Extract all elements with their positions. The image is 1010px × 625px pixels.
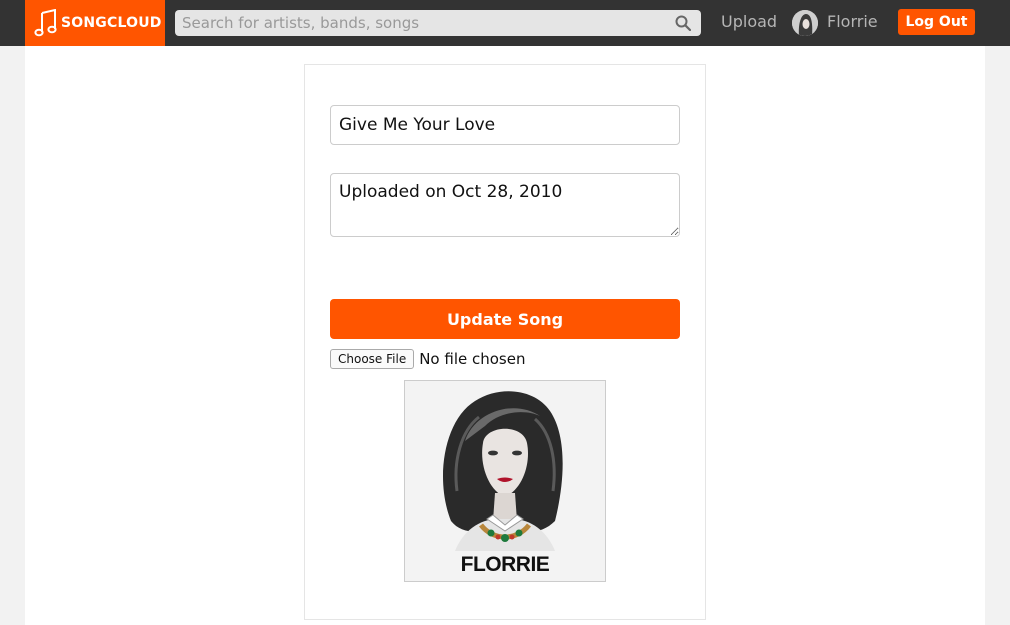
user-avatar-image — [792, 10, 818, 36]
logout-button[interactable]: Log Out — [898, 9, 975, 35]
edit-song-form: Uploaded on Oct 28, 2010 Update Song Cho… — [304, 64, 706, 620]
brand-name: SONGCLOUD — [61, 15, 162, 31]
choose-file-button[interactable]: Choose File — [330, 349, 415, 369]
upload-link[interactable]: Upload — [721, 12, 777, 31]
avatar[interactable] — [792, 10, 818, 36]
search-bar — [175, 10, 701, 36]
file-upload-row: Choose File No file chosen — [330, 348, 525, 370]
search-icon[interactable] — [675, 15, 691, 31]
song-title-input[interactable] — [330, 105, 680, 145]
music-note-icon — [34, 9, 57, 37]
cover-caption: FLORRIE — [460, 553, 550, 576]
search-input[interactable] — [175, 10, 665, 36]
page-content: Uploaded on Oct 28, 2010 Update Song Cho… — [25, 46, 985, 625]
file-status-text: No file chosen — [419, 350, 526, 368]
user-name-link[interactable]: Florrie — [827, 12, 878, 31]
top-navbar: SONGCLOUD Upload Florrie Log Out — [0, 0, 1010, 46]
song-cover-image: FLORRIE — [404, 380, 606, 582]
update-song-button[interactable]: Update Song — [330, 299, 680, 339]
cover-portrait-illustration — [405, 381, 605, 581]
song-description-textarea[interactable]: Uploaded on Oct 28, 2010 — [330, 173, 680, 237]
songcloud-logo[interactable]: SONGCLOUD — [25, 0, 165, 46]
